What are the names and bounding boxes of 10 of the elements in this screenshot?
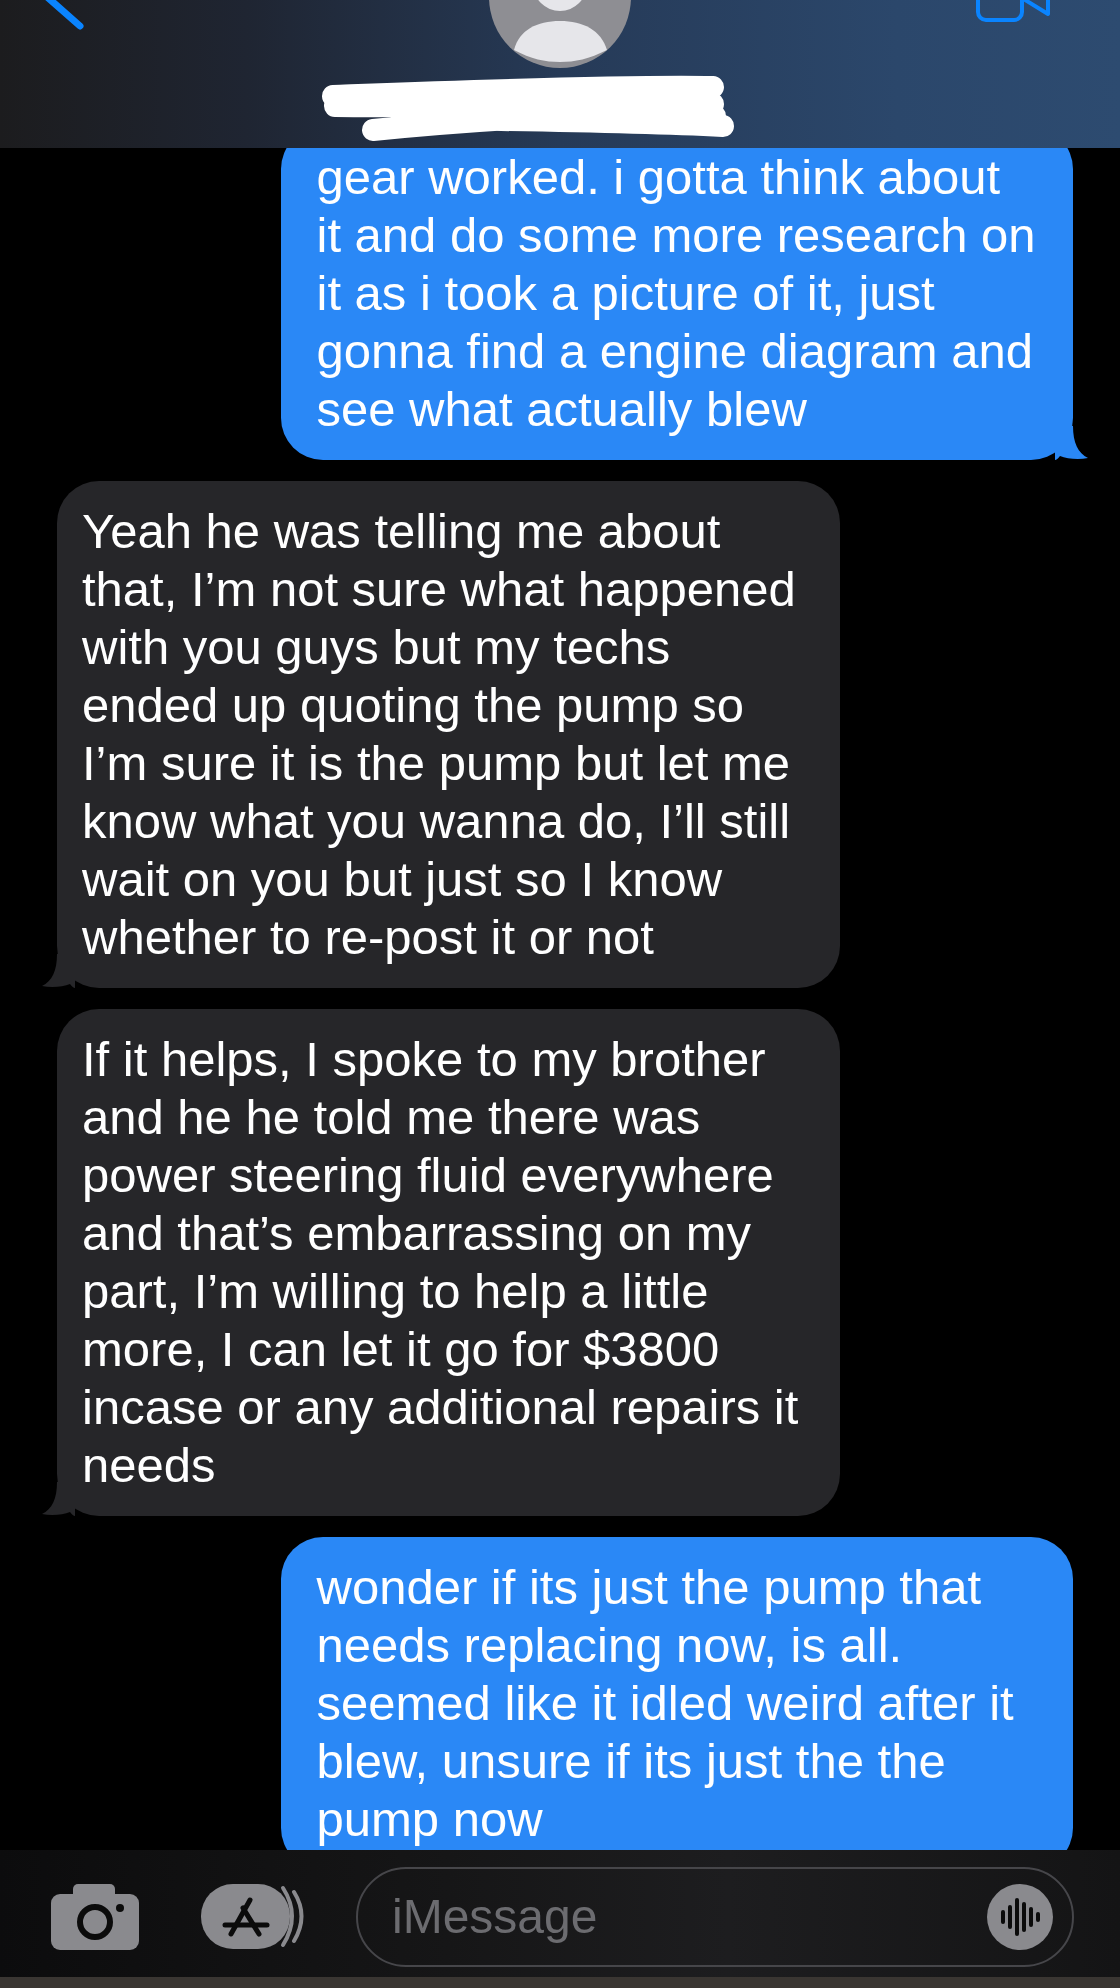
waveform-icon[interactable] bbox=[987, 1883, 1053, 1950]
message-text: Yeah he was telling me about that, I’m not sure what happened with you guys but my techs ended up quoting the pump so I’m sure it is the pump but let me know what you wanna do, I’ll still wait on you but just so I know whether to re-post it or not bbox=[82, 503, 797, 966]
video-camera-icon[interactable] bbox=[976, 0, 1052, 22]
message-text: If it helps, I spoke to my brother and he he told me there was power steering fluid everywhere and that’s embarrassing on my part, I’m willing to help a little more, I can let it go for $3800 incase or any additional repairs it needs bbox=[82, 1031, 800, 1494]
message-text: gear worked. i gotta think about it and do some more research on it as i took a picture of it, just gonna find a engine diagram and see what actually blew bbox=[316, 149, 1037, 438]
app-store-icon[interactable] bbox=[201, 1883, 306, 1950]
camera-icon[interactable] bbox=[51, 1883, 139, 1950]
avatar-icon[interactable] bbox=[489, 0, 631, 68]
message-field[interactable]: iMessage bbox=[356, 1866, 1074, 1967]
message-text: wonder if its just the pump that needs replacing now, is all. seemed like it idled weird after it blew, unsure if its just the the pump now bbox=[316, 1559, 1015, 1848]
